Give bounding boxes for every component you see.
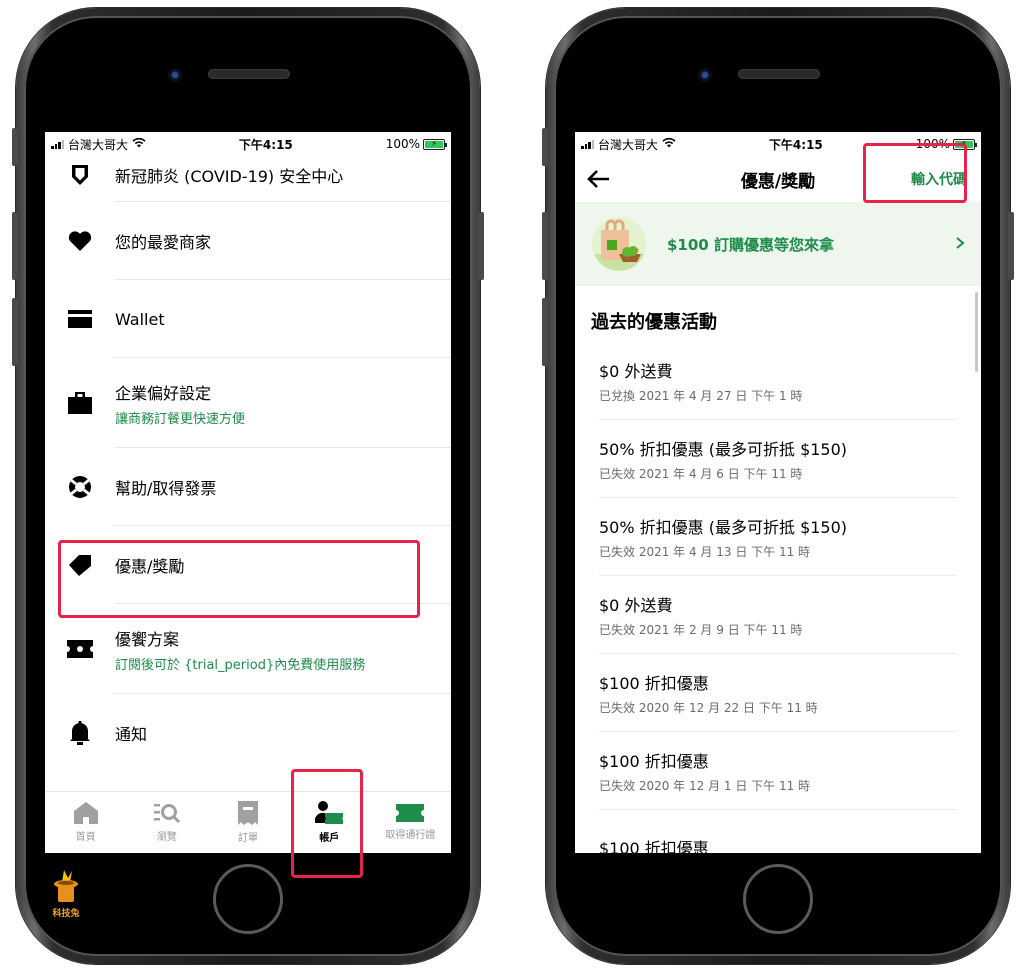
receipt-icon <box>238 801 258 825</box>
tab-label: 取得通行證 <box>385 830 436 841</box>
menu-item-subtitle: 讓商務訂餐更快速方便 <box>115 411 246 427</box>
tab-browse[interactable]: 瀏覽 <box>126 792 207 853</box>
offer-status: 已失效 2021 年 2 月 9 日 下午 11 時 <box>599 622 803 637</box>
wallet-icon <box>45 310 115 328</box>
carrier-name: 台灣大哥大 <box>598 137 659 152</box>
heart-icon <box>45 231 115 251</box>
tab-home[interactable]: 首頁 <box>45 792 126 853</box>
mute-switch <box>542 128 548 166</box>
home-button[interactable] <box>743 864 813 934</box>
tab-orders[interactable]: 訂單 <box>207 792 288 853</box>
menu-item-label: 新冠肺炎 (COVID-19) 安全中心 <box>115 167 344 186</box>
back-button[interactable] <box>575 169 621 189</box>
power-button <box>1008 212 1014 280</box>
tab-label: 訂單 <box>238 833 258 844</box>
tab-bar: 首頁 瀏覽 訂單 帳戶 取得通行證 <box>45 791 451 853</box>
menu-item-business-prefs[interactable]: 企業偏好設定 讓商務訂餐更快速方便 <box>45 358 451 448</box>
front-camera <box>168 68 182 82</box>
offer-title: 50% 折扣優惠 (最多可折抵 $150) <box>599 517 848 537</box>
offer-title: $0 外送費 <box>599 595 673 615</box>
offer-item[interactable]: 50% 折扣優惠 (最多可折抵 $150) 已失效 2021 年 4 月 6 日… <box>599 420 957 498</box>
offer-item[interactable]: 50% 折扣優惠 (最多可折抵 $150) 已失效 2021 年 4 月 13 … <box>599 498 957 576</box>
offer-title: $0 外送費 <box>599 361 673 381</box>
earpiece-speaker <box>738 69 820 79</box>
wifi-icon <box>662 137 676 151</box>
home-icon <box>73 802 98 824</box>
menu-item-help[interactable]: 幫助/取得發票 <box>45 448 451 526</box>
offer-title: $100 折扣優惠 <box>599 751 709 771</box>
menu-item-covid-safety[interactable]: 新冠肺炎 (COVID-19) 安全中心 <box>45 148 451 202</box>
menu-item-wallet[interactable]: Wallet <box>45 280 451 358</box>
menu-item-subtitle: 訂閱後可於 {trial_period}內免費使用服務 <box>115 657 366 673</box>
menu-item-label: 您的最愛商家 <box>115 233 212 252</box>
offer-status: 已兌換 2021 年 4 月 27 日 下午 1 時 <box>599 388 803 403</box>
offer-item[interactable]: $100 折扣優惠 已失效 2020 年 12 月 1 日 下午 11 時 <box>599 732 957 810</box>
home-button[interactable] <box>213 864 283 934</box>
scrollbar[interactable] <box>975 292 978 372</box>
menu-item-label: 企業偏好設定 <box>115 383 212 403</box>
power-button <box>478 212 484 280</box>
front-camera <box>698 68 712 82</box>
clock: 下午4:15 <box>768 137 823 152</box>
lifebuoy-icon <box>45 475 115 499</box>
grocery-bag-icon <box>592 217 646 271</box>
shield-icon <box>45 164 115 186</box>
earpiece-speaker <box>208 69 290 79</box>
past-offers-list: $0 外送費 已兌換 2021 年 4 月 27 日 下午 1 時 50% 折扣… <box>575 342 981 853</box>
arrow-left-icon <box>587 170 609 188</box>
volume-up-button <box>542 212 548 280</box>
menu-item-favorites[interactable]: 您的最愛商家 <box>45 202 451 280</box>
offer-item[interactable]: $100 折扣優惠 <box>599 810 957 854</box>
menu-item-label: Wallet <box>115 309 165 329</box>
highlight-enter-code <box>863 143 967 203</box>
promo-text: $100 訂購優惠等您來拿 <box>667 235 834 254</box>
watermark-logo: 科技兔 <box>46 868 86 919</box>
account-screen: 台灣大哥大 下午4:15 100% ⚡ 新冠肺炎 (COVID-19) 安全中心 <box>45 132 451 853</box>
ticket-icon <box>45 640 115 658</box>
menu-item-label: 優饗方案 <box>115 629 180 649</box>
section-title: 過去的優惠活動 <box>591 312 717 333</box>
offer-status: 已失效 2020 年 12 月 1 日 下午 11 時 <box>599 778 811 793</box>
offer-title: $100 折扣優惠 <box>599 838 709 854</box>
tab-get-pass[interactable]: 取得通行證 <box>370 792 451 853</box>
chevron-right-icon <box>955 234 965 255</box>
offer-item[interactable]: $100 折扣優惠 已失效 2020 年 12 月 22 日 下午 11 時 <box>599 654 957 732</box>
promotions-screen: 台灣大哥大 下午4:15 100% ⚡ 優惠/獎勵 輸入代碼 $100 訂購優惠… <box>575 132 981 853</box>
highlight-account-tab <box>291 769 363 878</box>
browse-icon <box>153 804 180 824</box>
pass-icon <box>396 804 425 822</box>
highlight-promotions-item <box>58 540 420 618</box>
signal-icon <box>581 139 594 149</box>
menu-item-notifications[interactable]: 通知 <box>45 694 451 772</box>
bell-icon <box>45 721 115 745</box>
offer-item[interactable]: $0 外送費 已失效 2021 年 2 月 9 日 下午 11 時 <box>599 576 957 654</box>
briefcase-icon <box>45 392 115 414</box>
offer-status: 已失效 2020 年 12 月 22 日 下午 11 時 <box>599 700 818 715</box>
offer-status: 已失效 2021 年 4 月 6 日 下午 11 時 <box>599 466 803 481</box>
offer-title: 50% 折扣優惠 (最多可折抵 $150) <box>599 439 848 459</box>
watermark-text: 科技兔 <box>52 909 80 919</box>
volume-up-button <box>12 212 18 280</box>
tab-label: 瀏覽 <box>156 832 177 843</box>
menu-item-label: 通知 <box>115 725 148 744</box>
menu-item-label: 幫助/取得發票 <box>115 479 217 498</box>
account-menu: 新冠肺炎 (COVID-19) 安全中心 您的最愛商家 Wallet 企業偏好設… <box>45 148 451 772</box>
rabbit-hat-icon <box>54 870 78 902</box>
offer-title: $100 折扣優惠 <box>599 673 709 693</box>
volume-down-button <box>542 298 548 366</box>
offer-item[interactable]: $0 外送費 已兌換 2021 年 4 月 27 日 下午 1 時 <box>599 342 957 420</box>
phone-frame-left: 台灣大哥大 下午4:15 100% ⚡ 新冠肺炎 (COVID-19) 安全中心 <box>12 8 484 964</box>
promo-banner[interactable]: $100 訂購優惠等您來拿 <box>575 202 981 286</box>
mute-switch <box>12 128 18 166</box>
volume-down-button <box>12 298 18 366</box>
offer-status: 已失效 2021 年 4 月 13 日 下午 11 時 <box>599 544 811 559</box>
tab-label: 首頁 <box>75 832 96 843</box>
